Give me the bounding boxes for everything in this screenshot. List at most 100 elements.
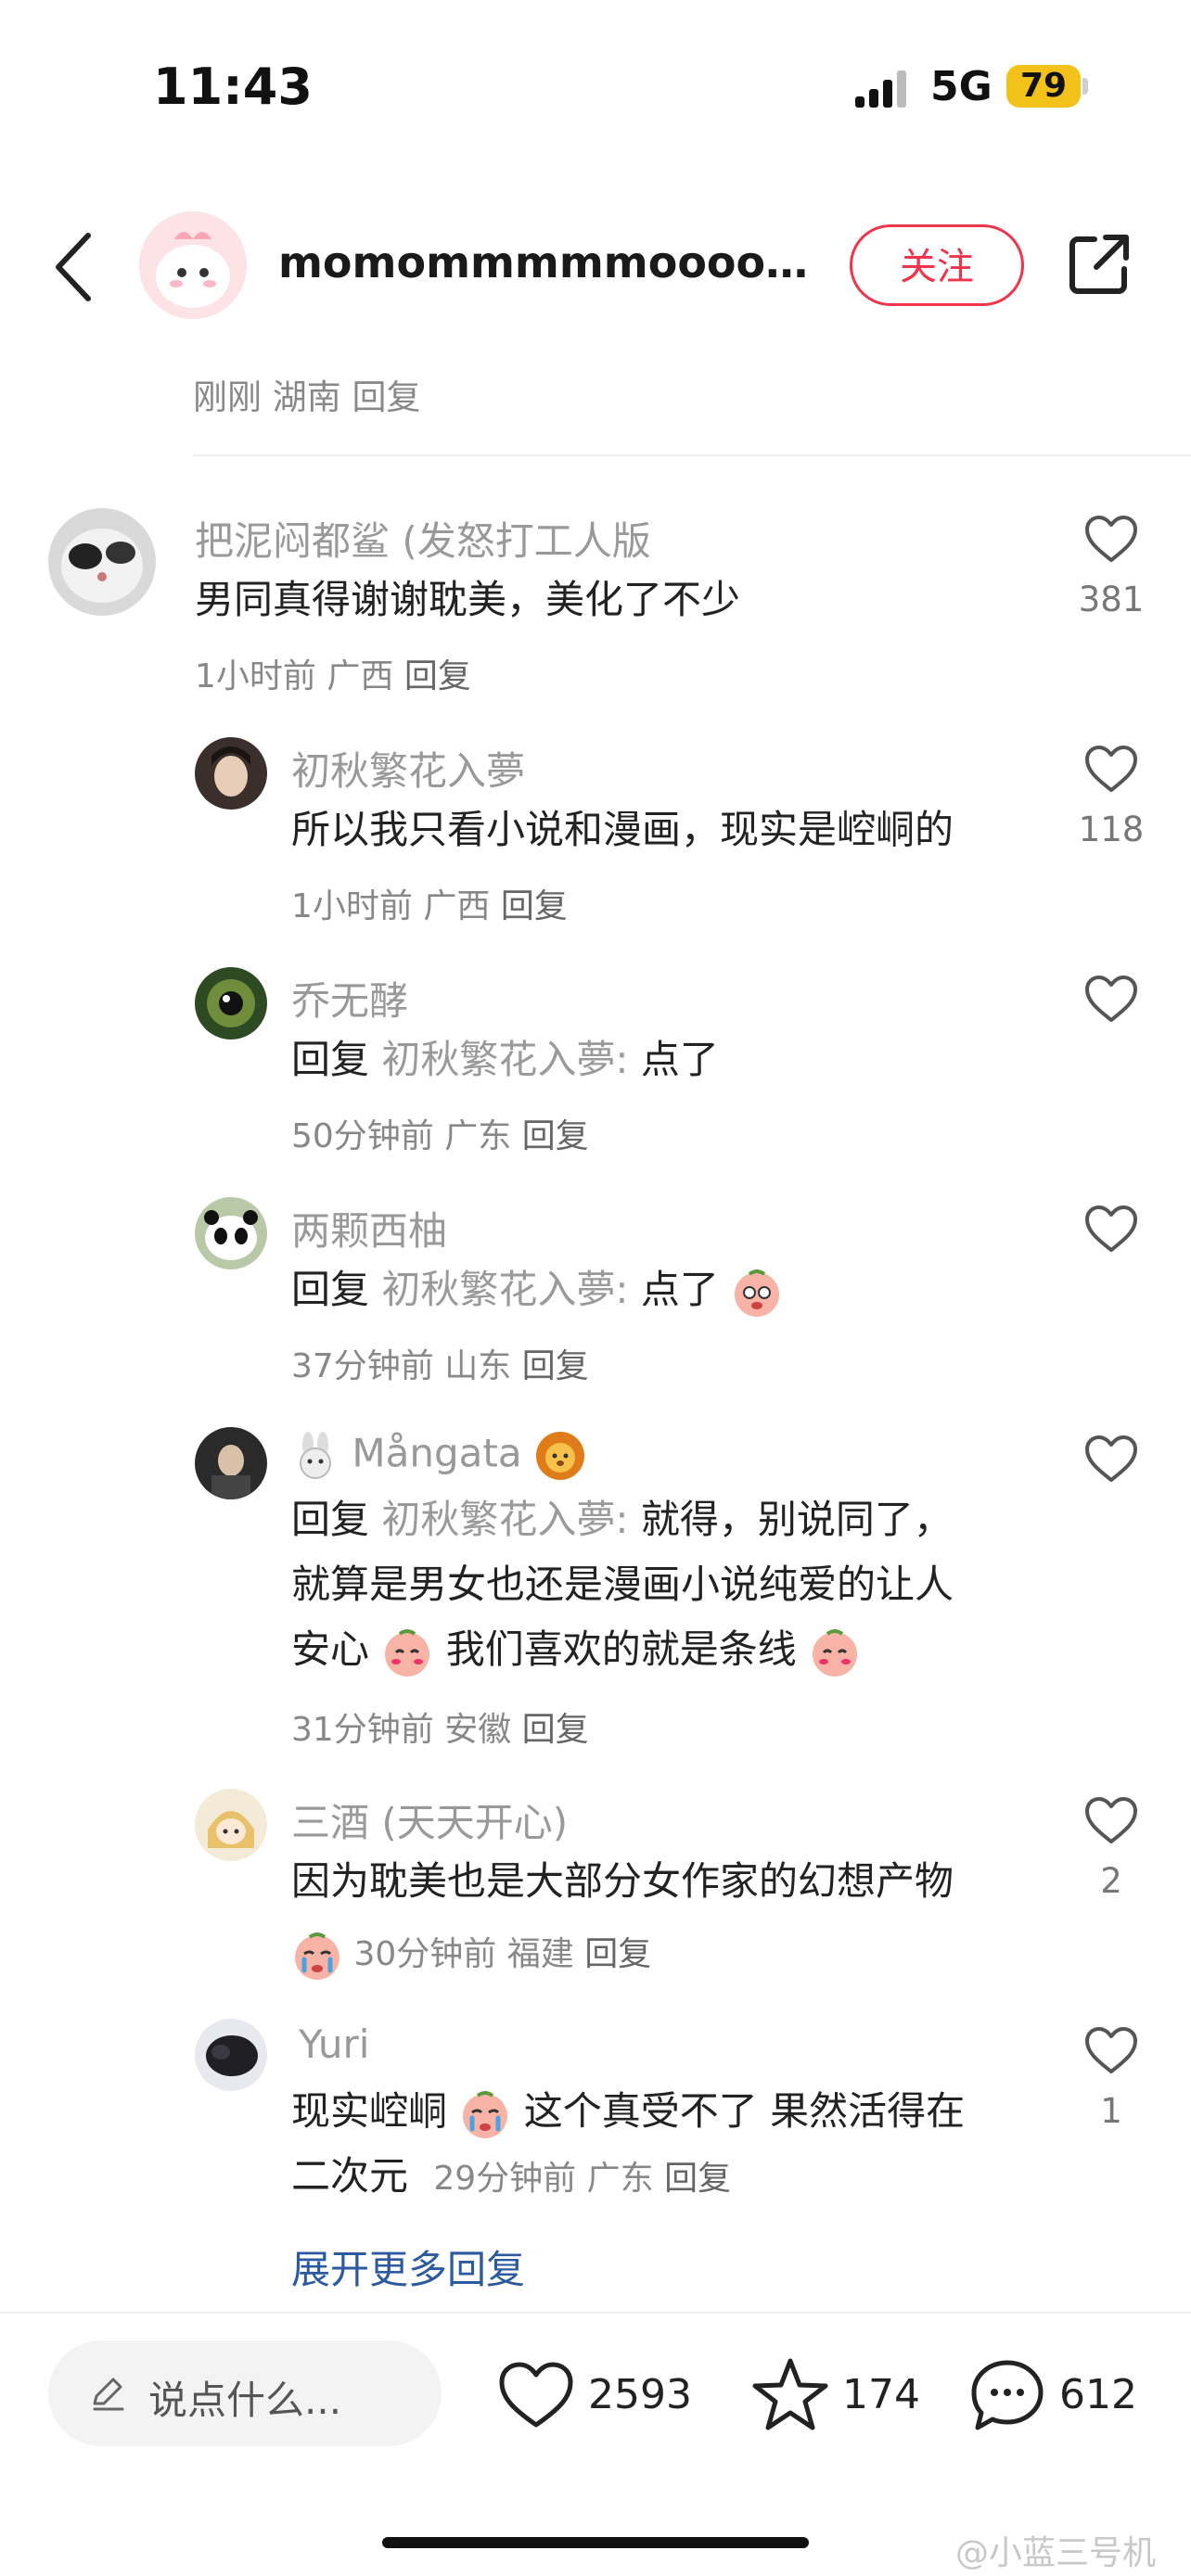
- commenter-avatar[interactable]: [48, 508, 156, 616]
- comment-line: 现实崆峒 这个真受不了 果然活得在: [291, 2079, 1052, 2144]
- commenter-name[interactable]: 初秋繁花入夢: [291, 740, 525, 797]
- heart-icon[interactable]: [1083, 1434, 1139, 1484]
- watermark: @小蓝三号机: [955, 2534, 1157, 2572]
- like-count: 381: [1078, 580, 1145, 619]
- commenter-name[interactable]: Mångata: [291, 1430, 586, 1482]
- comment-meta: 50分钟前 广东 回复: [291, 1109, 589, 1157]
- back-icon[interactable]: [51, 230, 97, 304]
- commenter-name[interactable]: 乔无酵: [291, 970, 408, 1027]
- reply-link[interactable]: 回复: [522, 1347, 589, 1385]
- comment-meta: 1小时前 广西 回复: [195, 649, 471, 697]
- like-count: 1: [1100, 2091, 1122, 2131]
- comment-region: 安徽: [444, 1711, 512, 1749]
- commenter-name[interactable]: 三酒 (天天开心): [291, 1792, 568, 1848]
- commenter-avatar[interactable]: [195, 1427, 267, 1499]
- signal-icon: [855, 70, 907, 108]
- follow-button[interactable]: 关注: [850, 224, 1024, 306]
- commenter-name[interactable]: 两颗西柚: [291, 1200, 447, 1256]
- status-time: 11:43: [153, 57, 313, 116]
- comment-text: 回复 初秋繁花入夢: 就得，别说同了， 就算是男女也还是漫画小说纯爱的让人 安心…: [291, 1487, 1052, 1682]
- bottom-divider: [0, 2312, 1191, 2314]
- commenter-avatar[interactable]: [195, 1789, 267, 1861]
- crying-emoji-icon: [735, 1269, 780, 1317]
- comment-region: 广西: [327, 657, 394, 695]
- comment-text: 现实崆峒 这个真受不了 果然活得在 二次元 29分钟前 广东 回复: [291, 2079, 1052, 2212]
- reply-link[interactable]: 回复: [522, 1711, 589, 1749]
- reply-target[interactable]: 初秋繁花入夢:: [381, 1497, 628, 1542]
- parent-comment-meta: 刚刚 湖南 回复: [193, 377, 421, 417]
- heart-icon[interactable]: [1083, 514, 1139, 564]
- reply-body: 点了: [640, 1037, 719, 1082]
- crying-emoji-icon: [295, 1932, 339, 1980]
- chat-icon[interactable]: [968, 2357, 1046, 2435]
- like-count-total: 2593: [588, 2371, 692, 2418]
- comment-time: 37分钟前: [291, 1347, 434, 1385]
- reply-target[interactable]: 初秋繁花入夢:: [381, 1037, 628, 1082]
- comment-meta: 31分钟前 安徽 回复: [291, 1702, 589, 1751]
- reply-prefix: 回复: [291, 1267, 370, 1312]
- blush-emoji-icon: [385, 1628, 430, 1677]
- battery-indicator: 79: [1006, 65, 1081, 108]
- comment-meta: 30分钟前 福建 回复: [291, 1927, 651, 1982]
- commenter-avatar[interactable]: [195, 737, 267, 810]
- expand-replies-link[interactable]: 展开更多回复: [291, 2238, 525, 2295]
- comment-region: 广东: [444, 1117, 512, 1155]
- comment-text: 因为耽美也是大部分女作家的幻想产物: [291, 1858, 954, 1904]
- divider: [193, 454, 1191, 456]
- author-avatar[interactable]: [139, 211, 247, 319]
- lion-emoji-icon: [535, 1432, 584, 1480]
- share-icon[interactable]: [1067, 232, 1132, 297]
- reply-link[interactable]: 回复: [584, 1935, 651, 1973]
- comment-text: 男同真得谢谢耽美，美化了不少: [195, 577, 741, 622]
- comment-fragment: 二次元: [291, 2153, 409, 2199]
- reply-link[interactable]: 回复: [522, 1117, 589, 1155]
- heart-icon[interactable]: [1083, 974, 1139, 1024]
- heart-icon[interactable]: [1083, 1204, 1139, 1254]
- battery-cap: [1082, 78, 1088, 95]
- comment-fragment: 我们喜欢的就是条线: [445, 1626, 797, 1672]
- star-icon[interactable]: [751, 2355, 829, 2433]
- pencil-icon: [93, 2378, 124, 2411]
- commenter-name[interactable]: Yuri: [299, 2021, 369, 2067]
- comment-time: 50分钟前: [291, 1117, 434, 1155]
- comment-line: 回复 初秋繁花入夢: 就得，别说同了，: [291, 1487, 1052, 1552]
- comment-meta: 1小时前 广西 回复: [291, 879, 568, 927]
- blush-emoji-icon: [813, 1628, 858, 1677]
- like-count: 2: [1100, 1861, 1122, 1901]
- favorite-count: 174: [842, 2371, 920, 2418]
- comment-region: 山东: [444, 1347, 512, 1385]
- reply-link[interactable]: 回复: [664, 2160, 731, 2198]
- like-count: 118: [1078, 810, 1145, 849]
- comment-text: 所以我只看小说和漫画，现实是崆峒的: [291, 807, 954, 852]
- comment-line: 安心 我们喜欢的就是条线: [291, 1617, 1052, 1682]
- comment-input-placeholder[interactable]: 说点什么...: [148, 2369, 341, 2426]
- comment-fragment: 现实崆峒: [291, 2088, 448, 2134]
- comment-time: 30分钟前: [353, 1935, 497, 1973]
- commenter-avatar[interactable]: [195, 967, 267, 1039]
- reply-prefix: 回复: [291, 1497, 370, 1542]
- commenter-avatar[interactable]: [195, 2019, 267, 2091]
- comment-count: 612: [1059, 2371, 1137, 2418]
- comment-time: 1小时前: [291, 887, 413, 925]
- comment-fragment: 安心: [291, 1626, 370, 1672]
- comment-meta: 29分钟前 广东 回复: [433, 2160, 731, 2198]
- comment-time: 31分钟前: [291, 1711, 434, 1749]
- comment-line: 就算是男女也还是漫画小说纯爱的让人: [291, 1562, 954, 1607]
- reply-prefix: 回复: [291, 1037, 370, 1082]
- reply-link[interactable]: 回复: [404, 657, 471, 695]
- author-username[interactable]: momommmmmooooooo...: [278, 237, 816, 287]
- heart-icon[interactable]: [1083, 744, 1139, 794]
- commenter-avatar[interactable]: [195, 1197, 267, 1269]
- comment-meta: 37分钟前 山东 回复: [291, 1339, 589, 1387]
- heart-icon[interactable]: [1083, 1795, 1139, 1845]
- reply-link[interactable]: 回复: [501, 887, 568, 925]
- reply-target[interactable]: 初秋繁花入夢:: [381, 1267, 628, 1312]
- reply-body: 就得，别说同了，: [640, 1497, 953, 1542]
- heart-icon[interactable]: [1083, 2025, 1139, 2075]
- commenter-name[interactable]: 把泥闷都鲨 (发怒打工人版: [195, 510, 651, 567]
- comment-text: 回复 初秋繁花入夢: 点了: [291, 1257, 783, 1322]
- comment-region: 广东: [586, 2160, 654, 2198]
- like-icon[interactable]: [497, 2360, 575, 2430]
- comment-line: 二次元 29分钟前 广东 回复: [291, 2144, 1052, 2212]
- commenter-name-text[interactable]: Mångata: [352, 1431, 521, 1476]
